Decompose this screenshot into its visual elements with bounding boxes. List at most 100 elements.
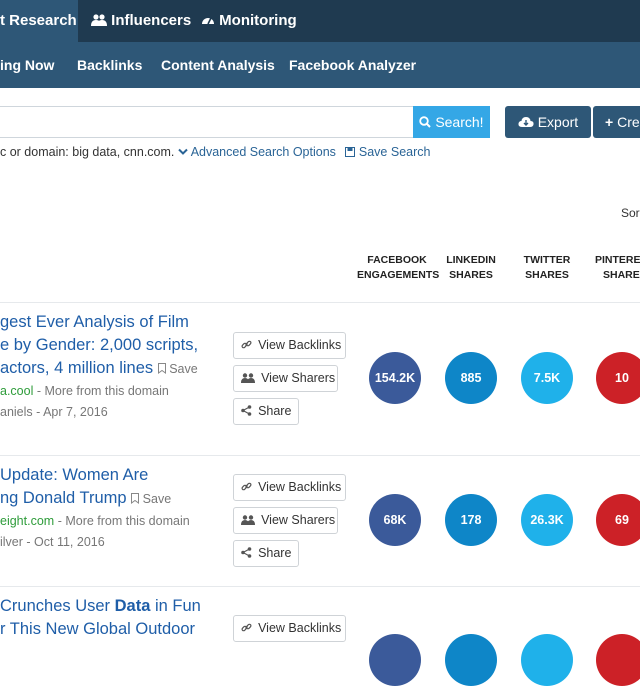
bookmark-icon	[157, 362, 169, 376]
more-from-domain-link[interactable]: More from this domain	[65, 514, 189, 528]
col-pinterest-shares[interactable]: PINTERES SHARES	[595, 253, 640, 283]
subnav-facebook-analyzer[interactable]: Facebook Analyzer	[289, 42, 416, 88]
view-sharers-button[interactable]: View Sharers	[233, 507, 338, 534]
link-icon	[241, 623, 255, 635]
share-icon	[241, 547, 255, 560]
search-icon	[419, 114, 435, 130]
link-icon	[241, 340, 255, 352]
search-hint: c or domain: big data, cnn.com. Advanced…	[0, 145, 430, 159]
create-alert-button[interactable]: + Cre	[593, 106, 640, 138]
view-backlinks-button[interactable]: View Backlinks	[233, 615, 346, 642]
article-title[interactable]: Crunches User Data in Fun r This New Glo…	[0, 595, 201, 641]
search-button[interactable]: Search!	[413, 106, 490, 138]
col-line2: SHARES	[603, 269, 640, 281]
tab-influencers[interactable]: Influencers	[91, 0, 191, 42]
tab-label: t Research	[0, 12, 77, 29]
subnav-trending-now[interactable]: ing Now	[0, 42, 54, 88]
col-linkedin-shares[interactable]: LINKEDIN SHARES	[440, 253, 502, 283]
twitter-shares-metric[interactable]: 26.3K	[521, 494, 573, 546]
share-icon	[241, 405, 255, 418]
sort-label[interactable]: Sor	[621, 206, 640, 220]
button-label: View Backlinks	[258, 338, 342, 352]
pinterest-shares-metric[interactable]	[596, 634, 640, 686]
col-line2: SHARES	[525, 269, 569, 281]
title-part: in Fun	[150, 597, 201, 615]
article-domain[interactable]: eight.com	[0, 514, 54, 528]
title-part: Crunches User	[0, 597, 115, 615]
export-button[interactable]: Export	[505, 106, 591, 138]
tab-content-research[interactable]: t Research	[0, 0, 78, 42]
more-from-domain-link[interactable]: More from this domain	[44, 384, 168, 398]
divider	[0, 302, 640, 303]
col-line2: SHARES	[449, 269, 493, 281]
twitter-shares-metric[interactable]: 7.5K	[521, 352, 573, 404]
title-line-3: actors, 4 million lines Save	[0, 357, 198, 381]
linkedin-shares-metric[interactable]	[445, 634, 497, 686]
dashboard-icon	[201, 12, 219, 29]
title-line: actors, 4 million lines	[0, 359, 154, 377]
subnav-backlinks[interactable]: Backlinks	[77, 42, 142, 88]
users-icon	[241, 373, 258, 385]
link-icon	[241, 482, 255, 494]
export-label: Export	[537, 114, 579, 130]
save-article-link[interactable]: Save	[131, 492, 171, 506]
button-label: View Sharers	[261, 371, 336, 385]
share-button[interactable]: Share	[233, 398, 299, 425]
users-icon	[241, 515, 258, 527]
linkedin-shares-metric[interactable]: 178	[445, 494, 497, 546]
tab-monitoring[interactable]: Monitoring	[201, 0, 297, 42]
title-line: Update: Women Are	[0, 466, 149, 484]
top-nav: t Research Influencers Monitoring	[0, 0, 640, 42]
col-facebook-engagements[interactable]: FACEBOOK ENGAGEMENTS	[357, 253, 440, 283]
col-twitter-shares[interactable]: TWITTER SHARES	[516, 253, 578, 283]
title-line: e by Gender: 2,000 scripts,	[0, 336, 199, 354]
advanced-search-link[interactable]: Advanced Search Options	[178, 145, 340, 159]
sub-nav: ing Now Backlinks Content Analysis Faceb…	[0, 42, 640, 88]
pinterest-shares-metric[interactable]: 69	[596, 494, 640, 546]
share-button[interactable]: Share	[233, 540, 299, 567]
col-line1: LINKEDIN	[446, 254, 496, 266]
linkedin-shares-metric[interactable]: 885	[445, 352, 497, 404]
article-domain[interactable]: a.cool	[0, 384, 33, 398]
col-line1: TWITTER	[523, 254, 571, 266]
users-icon	[91, 12, 111, 29]
article-domain-line: a.cool - More from this domain	[0, 384, 169, 398]
chevron-down-icon	[178, 145, 191, 159]
view-sharers-button[interactable]: View Sharers	[233, 365, 338, 392]
cloud-download-icon	[518, 114, 538, 130]
tab-label: Influencers	[111, 12, 192, 29]
view-backlinks-button[interactable]: View Backlinks	[233, 332, 346, 359]
subnav-content-analysis[interactable]: Content Analysis	[161, 42, 275, 88]
col-line2: ENGAGEMENTS	[357, 269, 440, 281]
plus-icon: +	[605, 114, 614, 130]
title-line: Crunches User Data in Fun	[0, 595, 201, 618]
view-backlinks-button[interactable]: View Backlinks	[233, 474, 346, 501]
title-line-2: ng Donald Trump Save	[0, 487, 171, 511]
save-label: Save	[169, 362, 198, 376]
pinterest-shares-metric[interactable]: 10	[596, 352, 640, 404]
button-label: View Backlinks	[258, 480, 342, 494]
search-input[interactable]	[0, 106, 416, 138]
title-line: r This New Global Outdoor	[0, 620, 196, 638]
search-hint-text: c or domain: big data, cnn.com.	[0, 145, 175, 159]
save-search-label: Save Search	[358, 145, 431, 159]
title-highlight: Data	[114, 597, 151, 615]
facebook-engagements-metric[interactable]: 68K	[369, 494, 421, 546]
article-author-date: aniels - Apr 7, 2016	[0, 405, 108, 419]
facebook-engagements-metric[interactable]	[369, 634, 421, 686]
save-article-link[interactable]: Save	[157, 362, 198, 376]
search-button-label: Search!	[435, 114, 484, 130]
bookmark-icon	[131, 492, 142, 506]
twitter-shares-metric[interactable]	[521, 634, 573, 686]
advanced-search-label: Advanced Search Options	[190, 145, 336, 159]
button-label: Share	[258, 546, 292, 560]
button-label: Share	[258, 404, 292, 418]
facebook-engagements-metric[interactable]: 154.2K	[369, 352, 421, 404]
article-title[interactable]: gest Ever Analysis of Film e by Gender: …	[0, 311, 198, 381]
save-search-link[interactable]: Save Search	[345, 145, 430, 159]
article-title[interactable]: Update: Women Are ng Donald Trump Save	[0, 464, 171, 511]
col-line1: PINTERES	[595, 254, 640, 266]
article-author-date: ilver - Oct 11, 2016	[0, 535, 105, 549]
title-line: ng Donald Trump	[0, 489, 127, 507]
col-line1: FACEBOOK	[367, 254, 427, 266]
